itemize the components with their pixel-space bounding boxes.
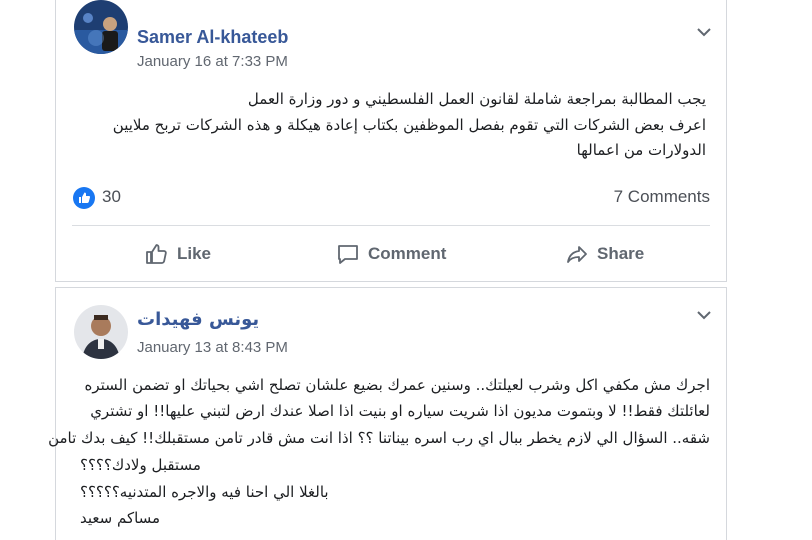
author-name-2[interactable]: يونس فهيدات <box>137 309 259 330</box>
post-text-line: اعرف بعض الشركات التي تقوم بفصل الموظفين… <box>112 116 706 134</box>
timestamp-1[interactable]: January 16 at 7:33 PM <box>137 53 288 70</box>
chevron-down-icon[interactable] <box>695 26 713 38</box>
post-text-line: شقه.. السؤال الي لازم يخطر ببال اي رب اس… <box>48 429 710 447</box>
avatar-image <box>74 0 128 54</box>
comment-label: Comment <box>368 244 447 263</box>
avatar-image <box>74 305 128 359</box>
post-text-line: لعائلتك فقط!! لا وبتموت مديون اذا شريت س… <box>90 402 710 420</box>
share-arrow-icon <box>567 246 587 263</box>
author-name-1[interactable]: Samer Al-khateeb <box>137 27 288 48</box>
timestamp-2[interactable]: January 13 at 8:43 PM <box>137 339 288 356</box>
post-text-line: مستقبل ولادك؟؟؟؟ <box>80 456 201 474</box>
share-label: Share <box>597 244 645 263</box>
share-button[interactable]: Share <box>565 238 644 270</box>
reactions-count[interactable]: 30 <box>102 187 121 207</box>
comment-button[interactable]: Comment <box>336 238 446 270</box>
author-avatar-1[interactable] <box>74 0 128 54</box>
post-text-line: اجرك مش مكفي اكل وشرب لعيلتك.. وسنين عمر… <box>84 376 710 394</box>
thumbs-up-icon <box>146 244 167 264</box>
like-button[interactable]: Like <box>145 238 211 270</box>
like-reaction-icon[interactable] <box>72 186 96 210</box>
post-text-line: مساكم سعيد <box>80 509 161 527</box>
chevron-down-icon[interactable] <box>695 309 713 321</box>
author-avatar-2[interactable] <box>74 305 128 359</box>
comments-count[interactable]: 7 Comments <box>614 187 710 207</box>
divider <box>72 225 710 226</box>
post-text-line: الدولارات من اعمالها <box>576 141 706 159</box>
post-text-line: يجب المطالبة بمراجعة شاملة لقانون العمل … <box>247 90 706 108</box>
post-text-line: بالغلا الي احنا فيه والاجره المتدنيه؟؟؟؟… <box>80 483 329 501</box>
comment-bubble-icon <box>338 245 358 264</box>
like-label: Like <box>177 244 212 263</box>
